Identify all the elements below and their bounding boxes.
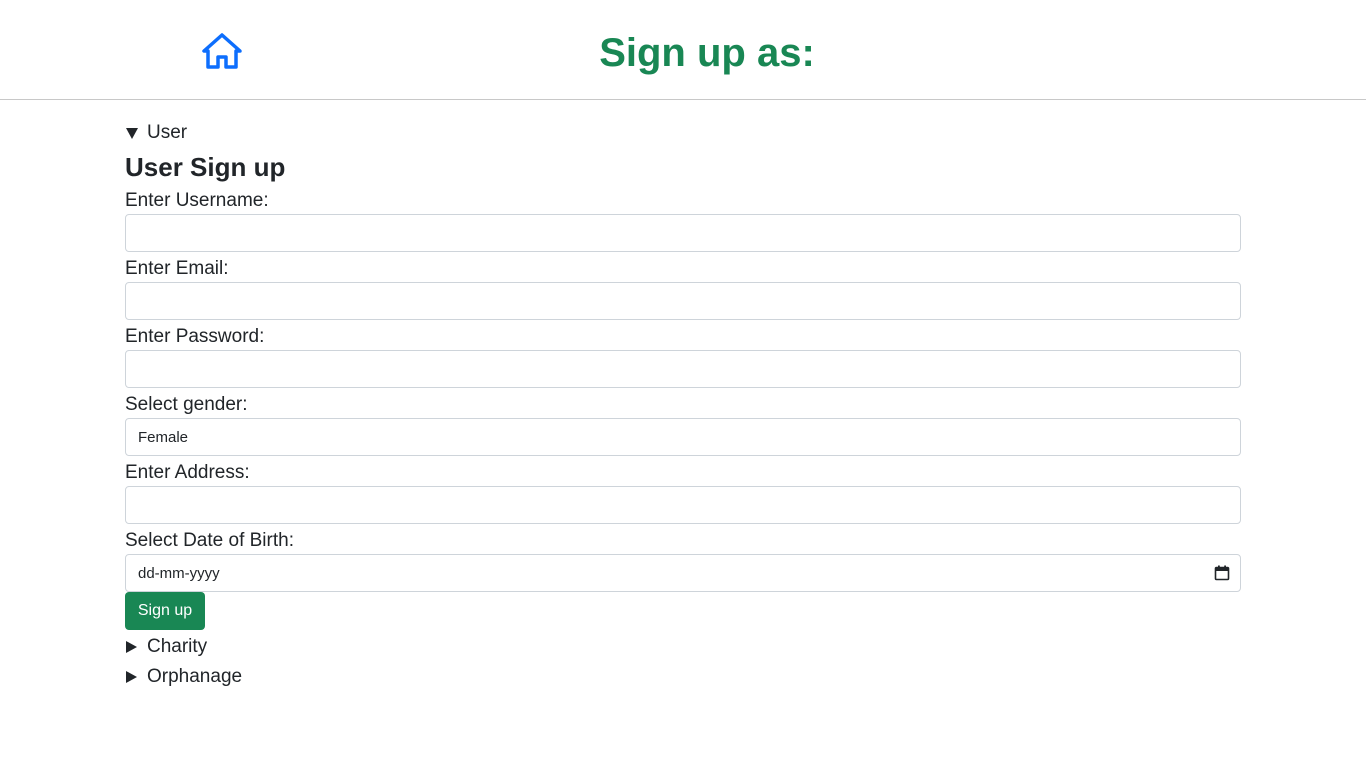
password-input[interactable] — [125, 350, 1241, 388]
user-signup-heading: User Sign up — [125, 152, 286, 182]
collapsed-triangle-icon — [126, 641, 137, 653]
email-input[interactable] — [125, 282, 1241, 320]
gender-selected-value: Female — [138, 428, 189, 446]
dob-placeholder: dd-mm-yyyy — [138, 564, 220, 582]
charity-section-label: Charity — [147, 636, 208, 657]
dob-date-input[interactable]: dd-mm-yyyy — [125, 554, 1241, 592]
charity-section-toggle[interactable]: Charity — [125, 634, 1241, 660]
calendar-icon[interactable] — [1214, 565, 1230, 581]
collapsed-triangle-icon — [126, 671, 137, 683]
address-label: Enter Address: — [125, 462, 250, 483]
signup-content: User User Sign up Enter Username: Enter … — [125, 120, 1241, 690]
user-section-toggle[interactable]: User — [125, 120, 1241, 146]
password-label: Enter Password: — [125, 326, 265, 347]
user-section-label: User — [147, 122, 188, 143]
gender-select[interactable]: Female — [125, 418, 1241, 456]
username-input[interactable] — [125, 214, 1241, 252]
expanded-triangle-icon — [126, 127, 138, 139]
username-label: Enter Username: — [125, 190, 269, 211]
page-title: Sign up as: — [599, 31, 815, 75]
address-input[interactable] — [125, 486, 1241, 524]
orphanage-section-label: Orphanage — [147, 666, 243, 687]
page-header: Sign up as: — [0, 0, 1366, 100]
dob-label: Select Date of Birth: — [125, 530, 294, 551]
email-label: Enter Email: — [125, 258, 229, 279]
gender-label: Select gender: — [125, 394, 248, 415]
signup-button[interactable]: Sign up — [125, 592, 205, 630]
orphanage-section-toggle[interactable]: Orphanage — [125, 664, 1241, 690]
